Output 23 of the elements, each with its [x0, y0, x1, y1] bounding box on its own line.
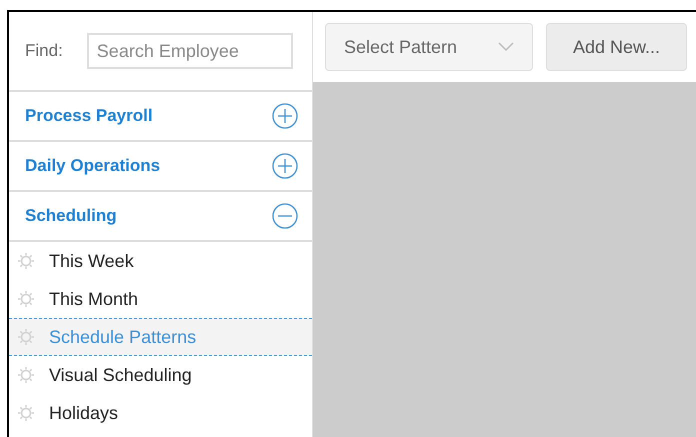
section-title: Scheduling [25, 205, 117, 228]
find-label: Find: [25, 40, 63, 62]
section-header[interactable]: Scheduling [9, 192, 312, 242]
gear-icon [17, 290, 35, 308]
search-field[interactable]: Search Employee [86, 33, 293, 69]
menu-item[interactable]: This Week [9, 242, 312, 280]
expand-icon[interactable] [272, 153, 298, 179]
add-new-button[interactable]: Add New... [546, 23, 687, 71]
expand-icon[interactable] [272, 103, 298, 129]
gear-icon [17, 366, 35, 384]
section-header[interactable]: Daily Operations [9, 142, 312, 192]
section-title: Process Payroll [25, 105, 153, 128]
menu-item[interactable]: This Month [9, 280, 312, 318]
gear-icon [17, 404, 35, 422]
pattern-dropdown[interactable]: Select Pattern [325, 23, 533, 71]
chevron-down-icon [498, 42, 514, 52]
gear-icon [17, 252, 35, 270]
collapse-icon[interactable] [272, 203, 298, 229]
gear-icon [17, 328, 35, 346]
section-title: Daily Operations [25, 155, 160, 178]
section-header[interactable]: Process Payroll [9, 92, 312, 142]
menu-item[interactable]: Holidays [9, 394, 312, 432]
menu-item[interactable]: Visual Scheduling [9, 356, 312, 394]
